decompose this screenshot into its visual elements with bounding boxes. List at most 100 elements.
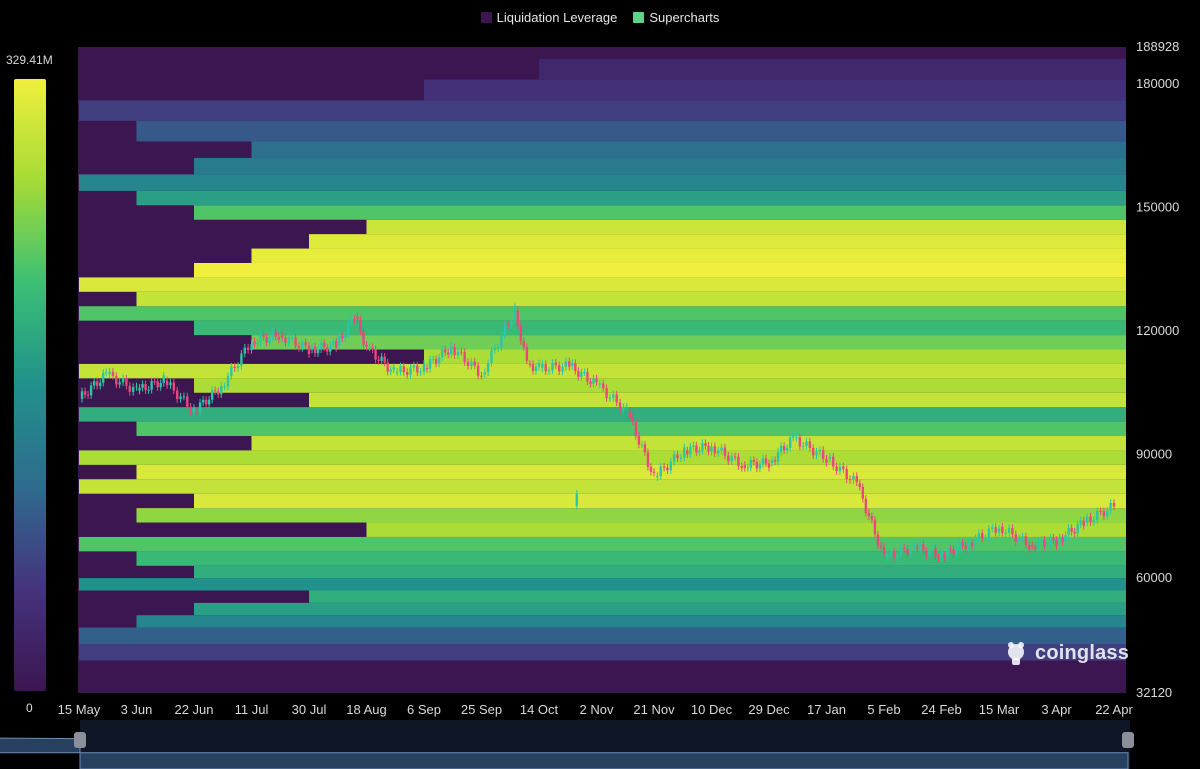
candle-body (707, 445, 710, 452)
candle-body (1052, 537, 1055, 541)
candle-body (692, 445, 695, 447)
candle-body (253, 341, 256, 345)
candle-body (547, 370, 551, 372)
candle-body (919, 544, 922, 549)
candle-body (392, 367, 395, 370)
candle-body (389, 369, 392, 372)
candle-body (371, 347, 374, 350)
candle-body (428, 359, 432, 369)
candle-body (240, 353, 243, 366)
candle-body (879, 545, 883, 547)
candle-body (704, 443, 707, 446)
heatmap-band (136, 551, 1126, 566)
heatmap-band (194, 320, 1126, 336)
y-tick-label: 150000 (1136, 199, 1179, 214)
heatmap-band (136, 508, 1126, 523)
heatmap-band (79, 407, 1126, 422)
candle-body (347, 322, 350, 335)
candle-body (297, 346, 301, 349)
heatmap-band (136, 190, 1126, 206)
candle-body (1024, 536, 1028, 545)
candle-body (434, 359, 438, 364)
candle-body (568, 361, 571, 367)
candle-body (808, 441, 812, 449)
candle-body (964, 545, 967, 550)
y-tick-label: 120000 (1136, 323, 1179, 338)
heatmap-band (79, 627, 1126, 645)
candle-body (740, 466, 743, 469)
candle-body (870, 516, 874, 520)
x-tick-label: 3 Apr (1041, 702, 1072, 717)
candle-body (909, 548, 913, 555)
candle-body (537, 363, 541, 367)
candle-body (937, 556, 940, 559)
candle-body (855, 475, 858, 483)
candle-body (409, 367, 412, 375)
candle-body (496, 347, 500, 349)
coinglass-logo-icon (1008, 642, 1024, 665)
candle-body (1106, 510, 1109, 517)
candle-body (557, 365, 561, 372)
candle-body (419, 371, 422, 373)
candle-body (755, 461, 759, 469)
navigator-right-handle[interactable] (1122, 732, 1134, 748)
candle-body (544, 364, 547, 372)
candle-body (83, 391, 87, 395)
candle-body (801, 445, 805, 447)
candle-body (493, 348, 497, 351)
candle-body (450, 345, 453, 355)
candle-body (162, 375, 165, 383)
candle-body (782, 446, 786, 451)
candle-body (490, 350, 493, 363)
candle-body (483, 372, 487, 375)
heatmap-band (251, 335, 1126, 350)
candle-body (934, 548, 937, 557)
candle-body (189, 406, 192, 412)
candle-body (195, 411, 199, 413)
candle-body (852, 475, 855, 481)
heatmap-band (366, 219, 1126, 235)
candle-body (886, 553, 889, 558)
candle-body (637, 435, 641, 445)
candle-body (571, 363, 574, 366)
candle-body (592, 378, 595, 384)
candle-body (313, 346, 317, 354)
candle-body (277, 336, 280, 340)
candle-body (105, 372, 108, 374)
heatmap-band (79, 174, 1126, 191)
candle-body (271, 331, 274, 338)
candle-body (310, 346, 314, 350)
candle-body (186, 396, 189, 407)
candle-body (1017, 538, 1021, 542)
candle-body (443, 349, 447, 353)
navigator-left-handle[interactable] (74, 732, 86, 748)
colorbar (14, 79, 46, 691)
candle-body (102, 372, 105, 383)
candle-body (172, 382, 176, 391)
candle-body (746, 467, 750, 469)
candle-body (575, 493, 579, 507)
candle-body (952, 548, 955, 555)
candle-body (815, 451, 818, 456)
candle-body (135, 386, 138, 388)
candle-body (506, 324, 510, 326)
candle-body (821, 449, 825, 459)
y-tick-label: 180000 (1136, 76, 1179, 91)
candle-body (138, 387, 141, 391)
candle-body (595, 378, 598, 383)
candle-body (679, 457, 683, 459)
candle-body (1014, 534, 1018, 542)
candle-body (115, 375, 118, 385)
heatmap-band (194, 205, 1126, 220)
candle-body (634, 421, 638, 436)
candle-body (672, 454, 676, 462)
candle-body (412, 365, 416, 368)
candle-body (1007, 528, 1011, 533)
heatmap-band (309, 590, 1126, 603)
candle-body (662, 466, 666, 468)
candle-body (473, 361, 476, 366)
candle-body (876, 534, 880, 546)
candle-body (1049, 537, 1052, 546)
candle-body (335, 341, 338, 348)
candle-body (967, 541, 970, 550)
